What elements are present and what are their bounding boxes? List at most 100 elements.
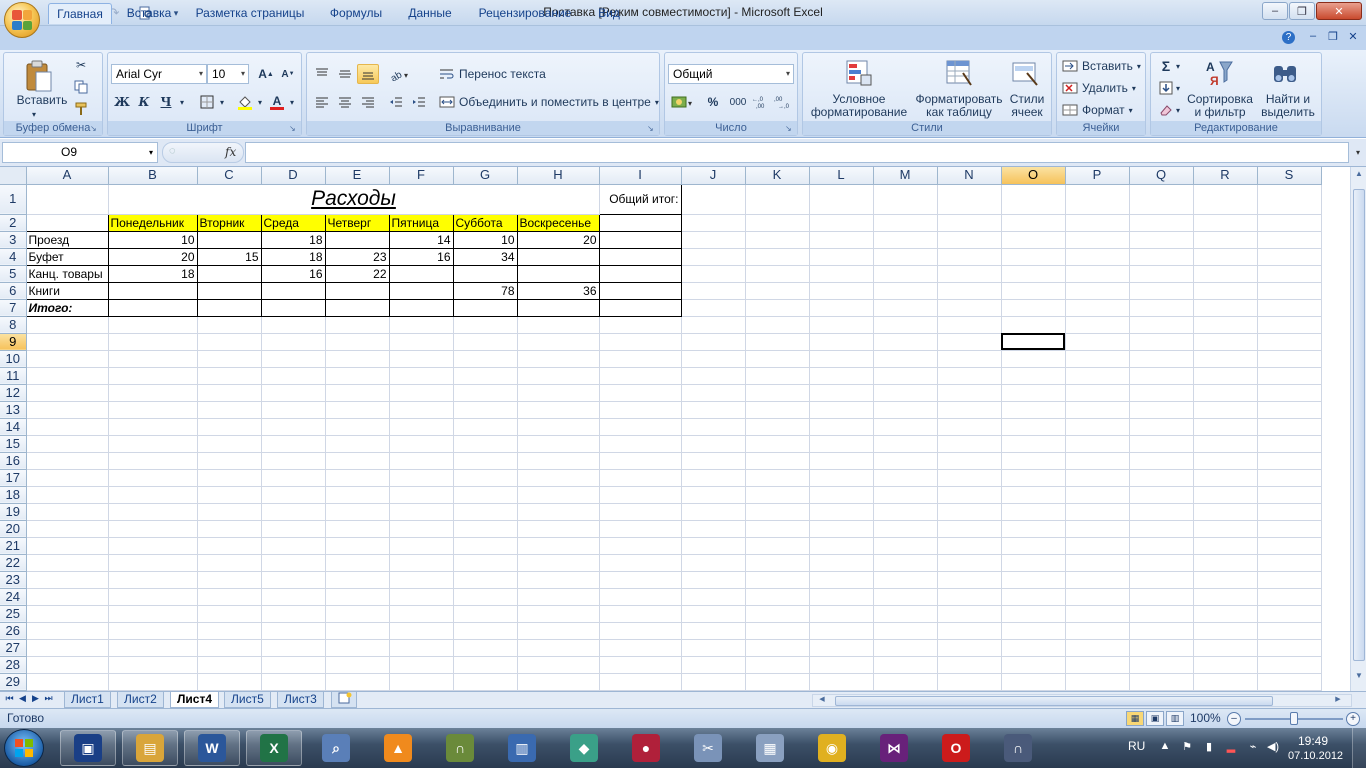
cell[interactable] — [598, 230, 682, 249]
cell[interactable] — [517, 401, 600, 419]
cell[interactable] — [1257, 452, 1322, 470]
cell[interactable] — [1001, 537, 1066, 555]
worksheet-grid[interactable]: ABCDEFGHIJKLMNOPQRS 1 Расходы Общий итог: 2… — [0, 167, 1350, 691]
cell[interactable] — [389, 486, 454, 504]
cell[interactable] — [26, 418, 109, 436]
cell[interactable] — [26, 622, 109, 640]
cell[interactable] — [325, 656, 390, 674]
cell[interactable] — [517, 367, 600, 385]
cell[interactable] — [453, 571, 518, 589]
cell[interactable] — [937, 299, 1002, 317]
explorer-app[interactable]: ▤ — [122, 730, 178, 766]
cell[interactable] — [261, 503, 326, 521]
value-cell[interactable]: 34 — [452, 247, 518, 266]
row-label-cell[interactable]: Книги — [25, 281, 109, 300]
cell[interactable] — [108, 367, 198, 385]
cell[interactable] — [1193, 537, 1258, 555]
row-header[interactable]: 1 — [0, 184, 27, 215]
cell[interactable] — [108, 452, 198, 470]
cell[interactable] — [197, 367, 262, 385]
app-arch[interactable]: ∩ — [432, 730, 488, 766]
cell[interactable] — [1257, 184, 1322, 215]
cell[interactable] — [809, 350, 874, 368]
cell[interactable] — [1257, 656, 1322, 674]
cell[interactable] — [809, 367, 874, 385]
cell[interactable] — [517, 571, 600, 589]
cell[interactable] — [1001, 605, 1066, 623]
insert-cells-button[interactable]: Вставить ▾ — [1062, 57, 1141, 75]
sheet-title-cell[interactable]: Расходы — [108, 184, 600, 215]
cell[interactable] — [1193, 605, 1258, 623]
paste-icon[interactable] — [22, 59, 56, 95]
row-header[interactable]: 5 — [0, 265, 27, 283]
cell[interactable] — [26, 656, 109, 674]
cell[interactable] — [681, 503, 746, 521]
cell[interactable] — [261, 401, 326, 419]
cell[interactable] — [1193, 503, 1258, 521]
cell[interactable] — [26, 435, 109, 453]
cell[interactable] — [1065, 265, 1130, 283]
close-button[interactable]: ✕ — [1316, 2, 1362, 20]
cell[interactable] — [26, 316, 109, 334]
cut-icon[interactable]: ✂ — [70, 55, 92, 75]
cell[interactable] — [599, 588, 682, 606]
cell[interactable] — [1193, 384, 1258, 402]
cell[interactable] — [325, 571, 390, 589]
font-launcher-icon[interactable]: ↘ — [289, 124, 299, 134]
cell[interactable] — [599, 503, 682, 521]
app-scissors[interactable]: ✂ — [680, 730, 736, 766]
cell[interactable] — [1129, 520, 1194, 538]
cell[interactable] — [1129, 299, 1194, 317]
cell[interactable] — [1129, 333, 1194, 351]
cell[interactable] — [1065, 367, 1130, 385]
borders-icon[interactable] — [196, 92, 218, 112]
cell[interactable] — [937, 282, 1002, 300]
cell[interactable] — [453, 656, 518, 674]
cell[interactable] — [873, 265, 938, 283]
cell[interactable] — [873, 673, 938, 691]
cell[interactable] — [197, 588, 262, 606]
cell[interactable] — [1065, 248, 1130, 266]
cell[interactable] — [197, 435, 262, 453]
cell[interactable] — [681, 656, 746, 674]
cell[interactable] — [325, 503, 390, 521]
cell[interactable] — [681, 554, 746, 572]
cell[interactable] — [108, 503, 198, 521]
cell[interactable] — [108, 316, 198, 334]
spreadsheet-table[interactable]: ABCDEFGHIJKLMNOPQRS 1 Расходы Общий итог: 2… — [0, 167, 1322, 691]
cell[interactable] — [809, 316, 874, 334]
font-color-icon[interactable]: A — [266, 92, 288, 112]
cell[interactable] — [197, 469, 262, 487]
cell[interactable] — [517, 622, 600, 640]
cell[interactable] — [1193, 248, 1258, 266]
zoom-level[interactable]: 100% — [1190, 711, 1221, 725]
cell[interactable] — [1193, 184, 1258, 215]
row-header[interactable]: 8 — [0, 316, 27, 334]
cell[interactable] — [261, 486, 326, 504]
cell[interactable] — [1001, 350, 1066, 368]
cell[interactable] — [389, 469, 454, 487]
cell[interactable] — [1193, 265, 1258, 283]
cell[interactable] — [1257, 486, 1322, 504]
cell[interactable] — [598, 281, 682, 300]
cell[interactable] — [197, 418, 262, 436]
value-cell[interactable]: 23 — [324, 247, 390, 266]
cell[interactable] — [1001, 248, 1066, 266]
cell[interactable] — [1065, 673, 1130, 691]
cell[interactable] — [1065, 452, 1130, 470]
find-select-icon[interactable] — [1269, 57, 1301, 89]
chrome-app[interactable]: ◉ — [804, 730, 860, 766]
cell[interactable] — [453, 520, 518, 538]
cell[interactable] — [197, 520, 262, 538]
row-header[interactable]: 4 — [0, 248, 27, 266]
cell[interactable] — [261, 418, 326, 436]
cell[interactable] — [873, 231, 938, 249]
cell[interactable] — [1001, 401, 1066, 419]
cell[interactable] — [517, 316, 600, 334]
decrease-indent-icon[interactable] — [385, 92, 407, 112]
cell[interactable] — [261, 367, 326, 385]
cell[interactable] — [1257, 418, 1322, 436]
scroll-down-icon[interactable]: ▼ — [1353, 671, 1365, 687]
cell[interactable] — [325, 537, 390, 555]
cell[interactable] — [1001, 452, 1066, 470]
